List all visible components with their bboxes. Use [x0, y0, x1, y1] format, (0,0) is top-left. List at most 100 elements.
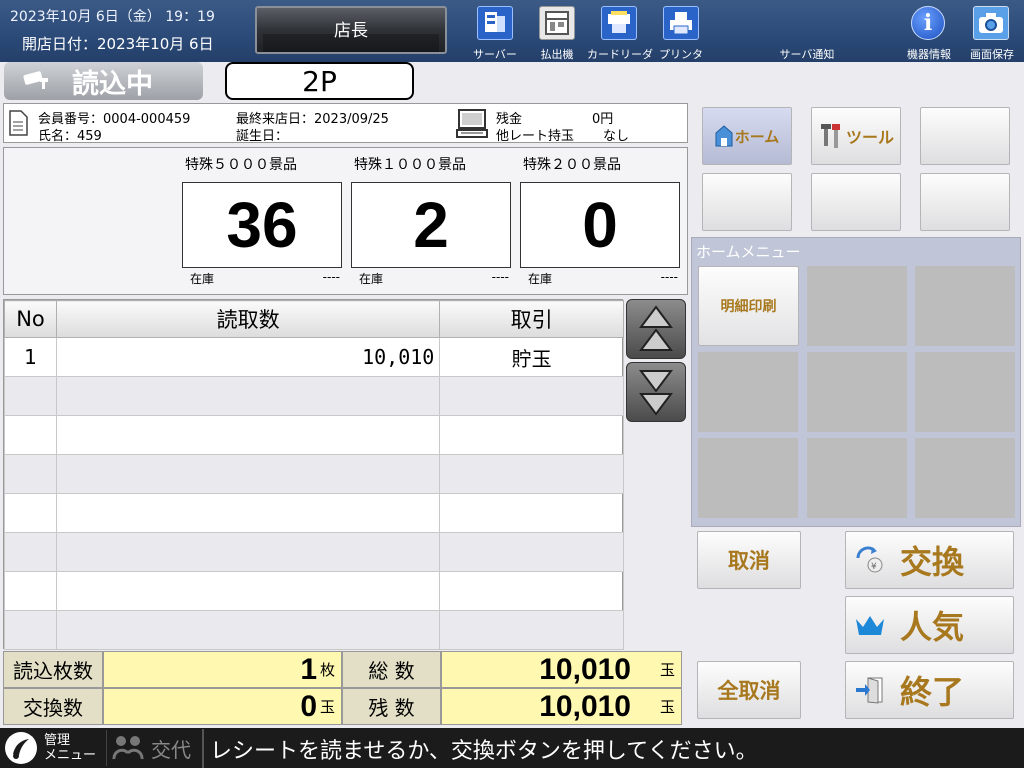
menu-slot	[807, 266, 907, 346]
tools-label: ツール	[845, 128, 894, 147]
tools-button[interactable]: ツール	[811, 107, 901, 165]
home-label: ホーム	[734, 127, 780, 146]
double-up-arrow-icon	[639, 305, 673, 351]
table-row[interactable]	[4, 610, 624, 650]
exchange-label: 交換	[900, 543, 965, 581]
shift-change-icon	[112, 736, 144, 760]
prize-label-5000: 特殊５０００景品	[185, 157, 297, 173]
shift-label: 交代	[151, 737, 191, 762]
prize-stock-1000: 在庫 ----	[359, 270, 509, 286]
info-icon[interactable]: i	[911, 6, 945, 40]
prize-stock-5000: 在庫 ----	[190, 270, 340, 286]
popular-label: 人気	[900, 608, 965, 646]
row-count: 10,010	[55, 337, 441, 377]
double-down-arrow-icon	[639, 370, 673, 416]
datetime: 2023年10月 6日（金） 19：19	[10, 9, 215, 25]
col-read-count: 読取数	[55, 300, 441, 338]
camera-reading-icon	[22, 66, 52, 97]
read-sheets-value: 1枚	[103, 651, 342, 688]
opening-date: 開店日付：2023年10月 6日	[22, 35, 214, 53]
row-type: 貯玉	[439, 337, 624, 377]
menu-slot	[915, 266, 1015, 346]
detail-print-label: 明細印刷	[720, 299, 777, 315]
home-icon	[715, 125, 733, 147]
cancel-all-button[interactable]: 全取消	[697, 661, 801, 719]
home-menu-title: ホームメニュー	[696, 243, 801, 261]
dispenser-label: 払出機	[540, 48, 574, 61]
finish-button[interactable]: 終了	[845, 661, 1014, 719]
total-label: 総 数	[342, 651, 441, 688]
server-icon[interactable]	[477, 6, 513, 40]
table-header: No 読取数 取引	[4, 300, 624, 338]
document-icon	[8, 110, 28, 140]
popular-button[interactable]: 人気	[845, 596, 1014, 654]
col-transaction: 取引	[439, 300, 624, 338]
server-notice-label[interactable]: サーバ通知	[772, 46, 842, 62]
menu-slot	[915, 352, 1015, 432]
home-button[interactable]: ホーム	[702, 107, 792, 165]
member-name: 氏名：459	[38, 129, 102, 144]
read-sheets-label: 読込枚数	[3, 651, 103, 688]
server-label: サーバー	[473, 48, 517, 61]
col-no: No	[4, 300, 57, 338]
exchange-button[interactable]: ¥ 交換	[845, 531, 1014, 589]
exchange-count-value: 0玉	[103, 688, 342, 725]
reading-status: 読込中	[4, 62, 203, 100]
table-row[interactable]: 1 10,010 貯玉	[4, 337, 624, 377]
player-indicator: 2P	[225, 62, 414, 100]
blank-button-4[interactable]	[920, 173, 1010, 231]
other-rate-label: 他レート持玉	[496, 129, 575, 144]
blank-button-2[interactable]	[702, 173, 792, 231]
prize-label-1000: 特殊１０００景品	[354, 157, 466, 173]
table-row[interactable]	[4, 493, 624, 533]
table-row[interactable]	[4, 454, 624, 494]
blank-button-3[interactable]	[811, 173, 901, 231]
printer-icon[interactable]	[663, 6, 699, 40]
home-menu-panel: ホームメニュー 明細印刷	[691, 237, 1021, 527]
admin-menu-icon	[5, 732, 37, 764]
exit-door-icon	[856, 677, 883, 704]
menu-slot	[915, 438, 1015, 518]
reading-label: 読込中	[72, 68, 153, 100]
table-row[interactable]	[4, 376, 624, 416]
blank-button-1[interactable]	[920, 107, 1010, 165]
table-row[interactable]	[4, 532, 624, 572]
remain-value: 10,010 玉	[441, 688, 682, 725]
shift-change-button[interactable]: 交代	[106, 730, 200, 766]
scroll-up-button[interactable]	[626, 299, 686, 359]
device-info-label: 機器情報	[907, 48, 951, 61]
tools-icon	[820, 124, 840, 148]
top-bar: 2023年10月 6日（金） 19：19 開店日付：2023年10月 6日 店長…	[0, 0, 1024, 62]
scroll-down-button[interactable]	[626, 362, 686, 422]
prize-count-1000: 2	[351, 182, 511, 268]
admin-menu-button[interactable]: 管理 メニュー	[4, 730, 102, 766]
prize-count-200: 0	[520, 182, 680, 268]
prize-stock-200: 在庫 ----	[528, 270, 678, 286]
prize-label-200: 特殊２００景品	[523, 157, 621, 173]
table-row[interactable]	[4, 415, 624, 455]
camera-icon[interactable]	[973, 6, 1009, 40]
detail-print-button[interactable]: 明細印刷	[698, 266, 799, 346]
dispenser-icon[interactable]	[539, 6, 575, 40]
crown-icon	[856, 616, 884, 635]
status-message: レシートを読ませるか、交換ボタンを押してください。	[202, 729, 1024, 768]
menu-slot	[698, 352, 798, 432]
exchange-count-label: 交換数	[3, 688, 103, 725]
menu-slot	[698, 438, 798, 518]
prize-panel: 特殊５０００景品 36 在庫 ---- 特殊１０００景品 2 在庫 ---- 特殊２…	[3, 147, 688, 295]
operator-label: 店長	[334, 20, 368, 41]
pc-terminal-icon	[456, 109, 488, 143]
cancel-button[interactable]: 取消	[697, 531, 801, 589]
summary-panel: 読込枚数 1枚 総 数 10,010 玉 交換数 0玉 残 数 10,010 玉	[3, 651, 682, 725]
admin-menu-label-2: メニュー	[44, 748, 97, 763]
other-rate-value: なし	[603, 129, 630, 144]
printer-label: プリンタ	[659, 48, 703, 61]
member-info: 会員番号：0004-000459 氏名：459 最終来店日：2023/09/25…	[3, 103, 688, 144]
birthday: 誕生日：	[236, 129, 289, 144]
row-no: 1	[4, 337, 57, 377]
total-value: 10,010 玉	[441, 651, 682, 688]
operator-button[interactable]: 店長	[255, 6, 447, 54]
card-reader-icon[interactable]	[601, 6, 637, 40]
table-row[interactable]	[4, 571, 624, 611]
menu-slot	[807, 438, 907, 518]
